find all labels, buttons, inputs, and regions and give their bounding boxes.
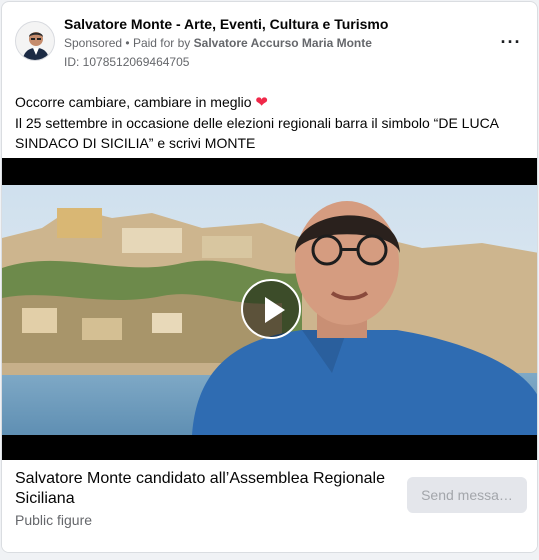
cta-footer: Salvatore Monte candidato all’Assemblea …: [2, 460, 537, 552]
paid-for-name: Salvatore Accurso Maria Monte: [193, 36, 372, 50]
play-button[interactable]: [241, 279, 301, 339]
ad-body-text: Occorre cambiare, cambiare in meglio ❤ I…: [15, 92, 520, 153]
page-avatar[interactable]: [15, 21, 55, 61]
cta-subtitle: Public figure: [15, 512, 93, 528]
ad-card: Salvatore Monte - Arte, Eventi, Cultura …: [1, 1, 538, 553]
send-message-button[interactable]: Send messa…: [407, 477, 527, 513]
heart-icon: ❤: [255, 94, 268, 111]
avatar-portrait-icon: [16, 22, 54, 60]
ad-header: Salvatore Monte - Arte, Eventi, Cultura …: [2, 2, 537, 82]
more-options-button[interactable]: ···: [499, 30, 523, 54]
play-icon: [265, 297, 285, 323]
paid-for-prefix: Paid for by: [132, 36, 191, 50]
page-name[interactable]: Salvatore Monte - Arte, Eventi, Cultura …: [64, 16, 388, 32]
sponsored-meta: Sponsored • Paid for by Salvatore Accurs…: [64, 36, 372, 50]
ad-id: ID: 1078512069464705: [64, 55, 190, 69]
sponsored-label: Sponsored: [64, 36, 123, 50]
body-line-1: Occorre cambiare, cambiare in meglio: [15, 94, 252, 110]
meta-separator: •: [125, 36, 130, 50]
body-line-2: Il 25 settembre in occasione delle elezi…: [15, 115, 499, 151]
cta-title[interactable]: Salvatore Monte candidato all’Assemblea …: [15, 469, 395, 509]
